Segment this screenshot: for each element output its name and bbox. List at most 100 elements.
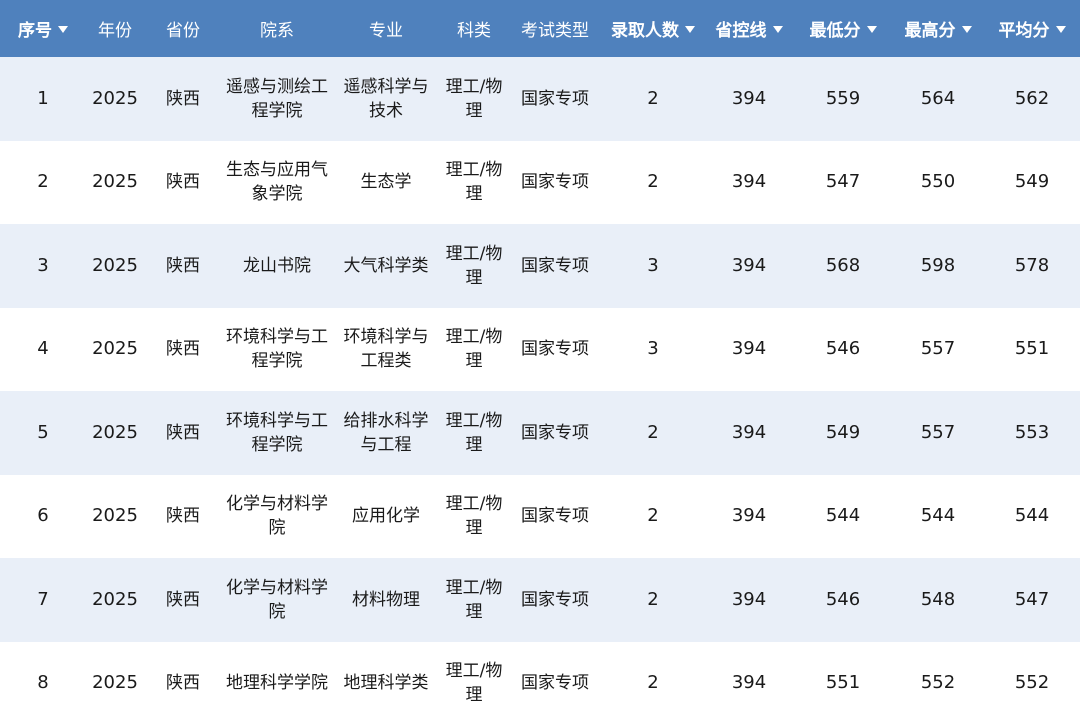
cell-index: 5 bbox=[0, 391, 86, 475]
cell-province: 陕西 bbox=[144, 558, 222, 642]
column-header-label: 考试类型 bbox=[521, 21, 589, 41]
cell-major: 环境科学与工程类 bbox=[332, 308, 440, 392]
column-header-label: 省份 bbox=[166, 21, 200, 41]
cell-admitted-count: 2 bbox=[602, 642, 704, 725]
column-header-label: 最高分 bbox=[905, 21, 956, 41]
cell-subject-type: 理工/物理 bbox=[440, 391, 508, 475]
table-row: 72025陕西化学与材料学院材料物理理工/物理国家专项2394546548547 bbox=[0, 558, 1080, 642]
cell-subject-type: 理工/物理 bbox=[440, 308, 508, 392]
cell-min-score: 547 bbox=[794, 141, 892, 225]
cell-admitted-count: 3 bbox=[602, 224, 704, 308]
cell-major: 给排水科学与工程 bbox=[332, 391, 440, 475]
cell-avg-score: 562 bbox=[984, 57, 1080, 141]
column-header-provincial-control-line[interactable]: 省控线 bbox=[704, 0, 794, 57]
column-header-label: 科类 bbox=[457, 21, 491, 41]
column-header-label: 最低分 bbox=[810, 21, 861, 41]
cell-major: 材料物理 bbox=[332, 558, 440, 642]
column-header-avg-score[interactable]: 平均分 bbox=[984, 0, 1080, 57]
admission-score-table: 序号年份省份院系专业科类考试类型录取人数省控线最低分最高分平均分 12025陕西… bbox=[0, 0, 1080, 725]
cell-provincial-control-line: 394 bbox=[704, 57, 794, 141]
cell-min-score: 549 bbox=[794, 391, 892, 475]
cell-avg-score: 578 bbox=[984, 224, 1080, 308]
cell-provincial-control-line: 394 bbox=[704, 475, 794, 559]
cell-year: 2025 bbox=[86, 224, 144, 308]
cell-province: 陕西 bbox=[144, 642, 222, 725]
cell-index: 2 bbox=[0, 141, 86, 225]
column-header-label: 录取人数 bbox=[611, 21, 679, 41]
table-row: 62025陕西化学与材料学院应用化学理工/物理国家专项2394544544544 bbox=[0, 475, 1080, 559]
cell-province: 陕西 bbox=[144, 224, 222, 308]
cell-year: 2025 bbox=[86, 642, 144, 725]
column-header-label: 院系 bbox=[260, 21, 294, 41]
cell-min-score: 559 bbox=[794, 57, 892, 141]
cell-provincial-control-line: 394 bbox=[704, 558, 794, 642]
column-header-label: 专业 bbox=[369, 21, 403, 41]
cell-department: 龙山书院 bbox=[222, 224, 332, 308]
cell-admitted-count: 3 bbox=[602, 308, 704, 392]
cell-department: 地理科学学院 bbox=[222, 642, 332, 725]
column-header-department: 院系 bbox=[222, 0, 332, 57]
cell-exam-type: 国家专项 bbox=[508, 642, 602, 725]
cell-min-score: 546 bbox=[794, 308, 892, 392]
cell-province: 陕西 bbox=[144, 141, 222, 225]
cell-min-score: 544 bbox=[794, 475, 892, 559]
table-row: 42025陕西环境科学与工程学院环境科学与工程类理工/物理国家专项3394546… bbox=[0, 308, 1080, 392]
cell-exam-type: 国家专项 bbox=[508, 308, 602, 392]
cell-province: 陕西 bbox=[144, 57, 222, 141]
cell-index: 3 bbox=[0, 224, 86, 308]
sort-caret-icon[interactable] bbox=[1056, 26, 1066, 33]
cell-min-score: 568 bbox=[794, 224, 892, 308]
table-body: 12025陕西遥感与测绘工程学院遥感科学与技术理工/物理国家专项23945595… bbox=[0, 57, 1080, 725]
cell-exam-type: 国家专项 bbox=[508, 558, 602, 642]
cell-exam-type: 国家专项 bbox=[508, 141, 602, 225]
column-header-major: 专业 bbox=[332, 0, 440, 57]
column-header-label: 平均分 bbox=[999, 21, 1050, 41]
cell-exam-type: 国家专项 bbox=[508, 391, 602, 475]
cell-avg-score: 553 bbox=[984, 391, 1080, 475]
cell-major: 应用化学 bbox=[332, 475, 440, 559]
sort-caret-icon[interactable] bbox=[867, 26, 877, 33]
cell-admitted-count: 2 bbox=[602, 558, 704, 642]
cell-min-score: 546 bbox=[794, 558, 892, 642]
cell-admitted-count: 2 bbox=[602, 141, 704, 225]
cell-province: 陕西 bbox=[144, 391, 222, 475]
column-header-admitted-count[interactable]: 录取人数 bbox=[602, 0, 704, 57]
cell-provincial-control-line: 394 bbox=[704, 224, 794, 308]
cell-max-score: 550 bbox=[892, 141, 984, 225]
column-header-min-score[interactable]: 最低分 bbox=[794, 0, 892, 57]
sort-caret-icon[interactable] bbox=[685, 26, 695, 33]
cell-max-score: 564 bbox=[892, 57, 984, 141]
cell-department: 环境科学与工程学院 bbox=[222, 391, 332, 475]
column-header-max-score[interactable]: 最高分 bbox=[892, 0, 984, 57]
cell-index: 4 bbox=[0, 308, 86, 392]
cell-avg-score: 544 bbox=[984, 475, 1080, 559]
cell-exam-type: 国家专项 bbox=[508, 57, 602, 141]
table-row: 22025陕西生态与应用气象学院生态学理工/物理国家专项239454755054… bbox=[0, 141, 1080, 225]
sort-caret-icon[interactable] bbox=[962, 26, 972, 33]
cell-index: 6 bbox=[0, 475, 86, 559]
cell-index: 8 bbox=[0, 642, 86, 725]
cell-department: 环境科学与工程学院 bbox=[222, 308, 332, 392]
cell-max-score: 548 bbox=[892, 558, 984, 642]
cell-max-score: 557 bbox=[892, 391, 984, 475]
sort-caret-icon[interactable] bbox=[773, 26, 783, 33]
cell-admitted-count: 2 bbox=[602, 391, 704, 475]
cell-department: 化学与材料学院 bbox=[222, 475, 332, 559]
cell-avg-score: 549 bbox=[984, 141, 1080, 225]
column-header-exam-type: 考试类型 bbox=[508, 0, 602, 57]
cell-avg-score: 551 bbox=[984, 308, 1080, 392]
cell-year: 2025 bbox=[86, 57, 144, 141]
cell-index: 7 bbox=[0, 558, 86, 642]
cell-max-score: 544 bbox=[892, 475, 984, 559]
cell-max-score: 552 bbox=[892, 642, 984, 725]
cell-year: 2025 bbox=[86, 475, 144, 559]
column-header-index[interactable]: 序号 bbox=[0, 0, 86, 57]
cell-subject-type: 理工/物理 bbox=[440, 224, 508, 308]
cell-subject-type: 理工/物理 bbox=[440, 57, 508, 141]
cell-max-score: 557 bbox=[892, 308, 984, 392]
cell-major: 遥感科学与技术 bbox=[332, 57, 440, 141]
cell-province: 陕西 bbox=[144, 475, 222, 559]
sort-caret-icon[interactable] bbox=[58, 26, 68, 33]
cell-max-score: 598 bbox=[892, 224, 984, 308]
cell-year: 2025 bbox=[86, 308, 144, 392]
